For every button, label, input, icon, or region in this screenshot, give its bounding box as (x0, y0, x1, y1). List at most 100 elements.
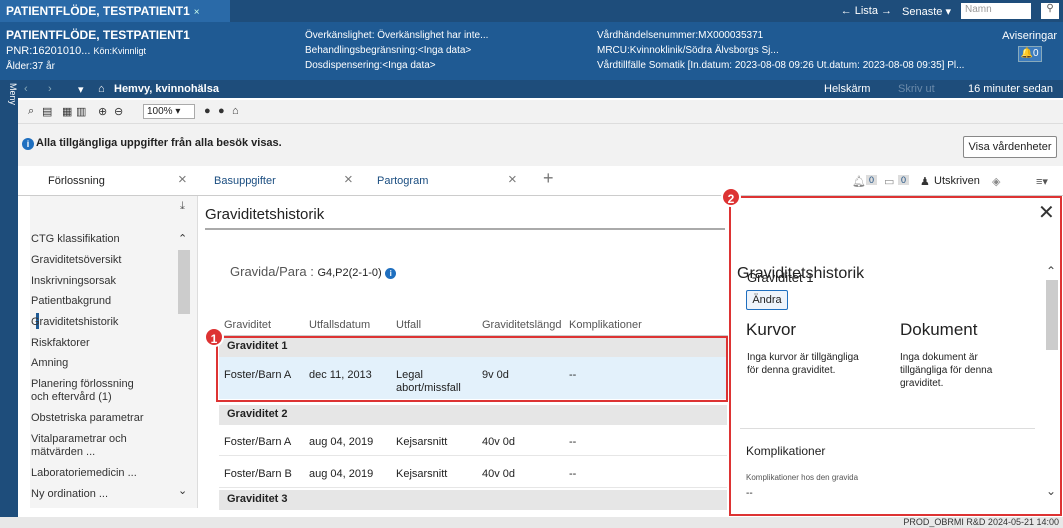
count-badge: 0 (898, 175, 910, 185)
vardtillfalle[interactable]: Vårdtillfälle Somatik [In.datum: 2023-08… (597, 60, 964, 71)
print-preview-icon[interactable]: ▥ (76, 105, 86, 118)
top-right-controls: ← Lista → Senaste ▾ Namn ⚲ (841, 3, 1059, 19)
col-graviditetslangd[interactable]: Graviditetslängd (482, 319, 562, 331)
dokument-text: Inga dokument är (900, 352, 978, 363)
circle-icon[interactable]: ● (204, 105, 211, 117)
pin-icon[interactable]: ⤓ (180, 200, 185, 213)
close-icon[interactable]: × (194, 7, 200, 18)
sidebar-item-ny-ordination[interactable]: Ny ordination ... (31, 488, 108, 501)
add-tab-icon[interactable]: + (543, 168, 554, 189)
sidebar-item-planering-2[interactable]: och eftervård (1) (31, 391, 112, 404)
senaste-dropdown[interactable]: Senaste ▾ (902, 5, 951, 18)
tab-basuppgifter[interactable]: Basuppgifter (214, 175, 276, 187)
mrcu: MRCU:Kvinnoklinik/Södra Älvsborgs Sj... (597, 45, 779, 56)
sidebar-item-ctg[interactable]: CTG klassifikation (31, 233, 120, 246)
cell-datum: aug 04, 2019 (309, 436, 374, 448)
col-utfallsdatum[interactable]: Utfallsdatum (309, 319, 370, 331)
cell-komplikationer: -- (569, 436, 577, 448)
sidebar-item-riskfaktorer[interactable]: Riskfaktorer (31, 337, 90, 350)
document-icon[interactable]: ▤ (42, 105, 52, 118)
sidebar-item-laboratoriemedicin[interactable]: Laboratoriemedicin ... (31, 467, 137, 480)
cell-komplikationer: -- (569, 369, 577, 381)
panel-scrollbar[interactable] (1046, 280, 1058, 350)
sidebar-item-vitalparametrar[interactable]: Vitalparametrar och (31, 433, 127, 446)
sidebar-item-amning[interactable]: Amning (31, 357, 68, 370)
behandlingsbegransning: Behandlingsbegränsning:<Inga data> (305, 45, 472, 56)
col-utfall[interactable]: Utfall (396, 319, 421, 331)
patient-tab[interactable]: PATIENTFLÖDE, TESTPATIENT1 × (0, 0, 230, 22)
chevron-down-icon[interactable]: ▾ (78, 83, 84, 96)
cell-utfall-2: abort/missfall (396, 382, 461, 394)
table-row[interactable] (219, 458, 727, 488)
col-komplikationer[interactable]: Komplikationer (569, 319, 642, 331)
sidebar-item-graviditetshistorik[interactable]: Graviditetshistorik (31, 316, 118, 329)
lista-nav[interactable]: ← Lista → (841, 5, 892, 17)
komplikationer-heading: Komplikationer (746, 444, 826, 458)
cell-langd: 9v 0d (482, 369, 509, 381)
tab-forlossning[interactable]: Förlossning (48, 175, 105, 187)
person-icon: ♟ (920, 176, 930, 188)
menu-icon[interactable]: ≡▾ (1036, 175, 1048, 188)
sidebar-item-vitalparametrar-2[interactable]: mätvärden ... (31, 446, 95, 459)
cell-utfall: Legal (396, 369, 423, 381)
scroll-up-icon[interactable]: ⌃ (1046, 264, 1056, 278)
scroll-up-icon[interactable]: ⌃ (178, 232, 187, 245)
print-icon[interactable]: ▦ (62, 105, 72, 118)
cell-utfall: Kejsarsnitt (396, 436, 448, 448)
table-row[interactable] (219, 426, 727, 456)
close-icon[interactable]: ✕ (1038, 200, 1055, 225)
helskarm-button[interactable]: Helskärm (824, 83, 870, 95)
visa-vardenheter-button[interactable]: Visa vårdenheter (963, 136, 1057, 158)
back-icon[interactable]: ‹ (24, 83, 28, 95)
binoculars-icon[interactable]: ⌕ (28, 105, 34, 118)
panel-subtitle: Graviditet 1 (747, 270, 814, 285)
scroll-down-icon[interactable]: ⌄ (178, 484, 187, 497)
sidebar-item-graviditetsoversikt[interactable]: Graviditetsöversikt (31, 254, 121, 267)
overkanslighet[interactable]: Överkänslighet: Överkänslighet har inte.… (305, 30, 488, 41)
home-icon[interactable]: ⌂ (98, 83, 105, 95)
zoom-in-icon[interactable]: ⊕ (98, 105, 107, 118)
home-view-title[interactable]: Hemvy, kvinnohälsa (114, 83, 219, 95)
tag-icon[interactable]: ◈ (992, 175, 1000, 188)
patient-alder: Ålder:37 år (6, 61, 55, 72)
sidebar-item-obstetriska[interactable]: Obstetriska parametrar (31, 412, 143, 425)
house-icon[interactable]: ⌂ (232, 105, 239, 117)
close-icon[interactable]: × (178, 171, 187, 188)
panel-divider (740, 428, 1035, 429)
utskriven-status[interactable]: Utskriven (934, 175, 980, 187)
cell-langd: 40v 0d (482, 468, 516, 480)
cell-langd: 40v 0d (482, 436, 516, 448)
forward-icon[interactable]: › (48, 83, 52, 95)
circle-icon-2[interactable]: ● (218, 105, 225, 117)
zoom-select[interactable]: 100% ▾ (143, 104, 195, 119)
sidebar-item-planering[interactable]: Planering förlossning (31, 378, 134, 391)
inbox-icon[interactable]: ▭ (884, 175, 894, 188)
bell-icon[interactable]: 🔔︎ (852, 175, 866, 188)
close-icon[interactable]: × (508, 171, 517, 188)
zoom-out-icon[interactable]: ⊖ (114, 105, 123, 118)
gravida-para-value: G4,P2(2-1-0) (317, 267, 382, 279)
scroll-down-icon[interactable]: ⌄ (1046, 484, 1056, 498)
print-button: Skriv ut (898, 83, 935, 95)
status-text: PROD_OBRMI R&D 2024-05-21 14:00 (903, 517, 1059, 527)
close-icon[interactable]: × (344, 171, 353, 188)
info-icon[interactable]: i (385, 268, 397, 279)
search-input[interactable]: Namn (961, 3, 1031, 19)
komplikationer-value: -- (746, 488, 753, 499)
col-graviditet[interactable]: Graviditet (224, 319, 271, 331)
search-icon[interactable]: ⚲ (1041, 3, 1059, 19)
dokument-text-3: graviditet. (900, 378, 944, 389)
kurvor-text: Inga kurvor är tillgängliga (747, 352, 859, 363)
sidebar-item-inskrivningsorsak[interactable]: Inskrivningsorsak (31, 275, 116, 288)
andra-button[interactable]: Ändra (746, 290, 788, 310)
marker-1: 1 (204, 327, 224, 347)
patient-tab-title: PATIENTFLÖDE, TESTPATIENT1 (6, 4, 190, 18)
tab-partogram[interactable]: Partogram (377, 175, 428, 187)
sidebar-scrollbar[interactable] (178, 250, 190, 314)
cell-graviditet: Foster/Barn A (224, 369, 292, 381)
aviseringar[interactable]: Aviseringar 🔔0 (1002, 30, 1057, 62)
table-row[interactable] (219, 357, 727, 399)
meny-sidebar[interactable]: Meny (0, 80, 18, 517)
refresh-timer[interactable]: 16 minuter sedan (968, 83, 1053, 95)
sidebar-item-patientbakgrund[interactable]: Patientbakgrund (31, 295, 111, 308)
